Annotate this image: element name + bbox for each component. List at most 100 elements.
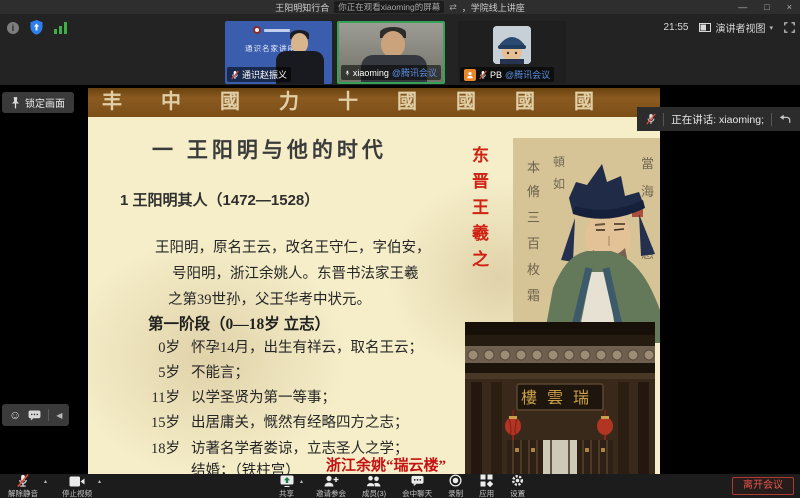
timeline-row: 5岁 不能言； — [128, 361, 249, 382]
muted-mic-icon — [231, 70, 239, 80]
meeting-title-suffix: ，学院线上讲座 — [462, 1, 525, 14]
quick-chat-icon[interactable] — [28, 410, 41, 421]
record-button[interactable]: 录制 — [448, 475, 463, 498]
camera-icon — [69, 476, 85, 487]
settings-label: 设置 — [510, 488, 525, 498]
video-strip: i 21:55 演讲者视图 ▾ — [0, 14, 800, 85]
invite-button[interactable]: 邀请参会 — [316, 475, 346, 498]
members-button[interactable]: 成员(3) — [362, 475, 386, 498]
lock-view-button[interactable]: 锁定画面 — [2, 92, 74, 113]
timeline-text: 出居庸关，慨然有经略四方之志； — [191, 411, 409, 432]
members-label: 成员(3) — [362, 488, 386, 498]
participant-name: 通识赵振义 — [242, 68, 287, 81]
share-screen-icon — [280, 475, 294, 487]
chat-button[interactable]: 会中聊天 — [402, 475, 432, 498]
svg-text:如: 如 — [553, 176, 565, 191]
svg-text:頓: 頓 — [553, 155, 565, 169]
security-shield-icon[interactable] — [30, 20, 43, 35]
window-titlebar: 王阳明知行合 你正在观看xiaoming的屏幕 ⇄ ，学院线上讲座 — □ × — [0, 0, 800, 14]
emoji-reaction-icon[interactable]: ☺ — [9, 404, 21, 426]
shared-screen-stage: 丰 中 國 力 十 國 國 國 國 一 王阳明与他的时代 1 王阳明其人（147… — [0, 85, 800, 474]
svg-text:三: 三 — [527, 210, 540, 225]
meeting-title-prefix: 王阳明知行合 — [275, 1, 329, 14]
svg-text:海: 海 — [641, 184, 654, 199]
apps-button[interactable]: 应用 — [479, 475, 494, 498]
building-plaque-text: 樓雲瑞 — [521, 389, 599, 407]
participant-tile-xiaoming[interactable]: xiaoming@腾讯会议 — [337, 21, 445, 84]
share-options-caret-icon[interactable]: ▴ — [300, 478, 303, 485]
meeting-window: 王阳明知行合 你正在观看xiaoming的屏幕 ⇄ ，学院线上讲座 — □ × … — [0, 0, 800, 498]
timeline-marriage-line: 结婚；（铁柱宫） — [191, 459, 300, 474]
participant-tile-zhaozhenyi[interactable]: 通识名家讲座 通识赵振义 — [225, 21, 332, 84]
apps-label: 应用 — [479, 488, 494, 498]
muted-mic-icon — [17, 474, 29, 487]
lock-view-label: 锁定画面 — [25, 95, 65, 110]
slide-logo — [253, 26, 290, 34]
quick-reaction-bar: ☺ ◀ — [2, 404, 69, 426]
mic-on-icon — [345, 68, 350, 78]
svg-text:枚: 枚 — [527, 262, 540, 277]
layout-icon — [699, 23, 711, 32]
slide-subtitle: 1 王阳明其人（1472—1528） — [120, 189, 319, 210]
unmute-label: 解除静音 — [8, 488, 38, 498]
timeline-row: 11岁 以学圣贤为第一等事； — [128, 386, 336, 407]
fullscreen-icon[interactable] — [784, 22, 795, 33]
watching-screen-badge: 你正在观看xiaoming的屏幕 — [334, 1, 444, 13]
chat-label: 会中聊天 — [402, 488, 432, 498]
timeline-age: 15岁 — [128, 411, 180, 432]
pin-icon — [11, 97, 20, 109]
settings-button[interactable]: 设置 — [510, 475, 525, 498]
svg-text:脩: 脩 — [527, 184, 540, 199]
slide-stage-heading: 第一阶段（0—18岁 立志） — [148, 312, 330, 334]
participant-tile-pb[interactable]: PB@腾讯会议 — [458, 21, 566, 84]
wang-xizhi-portrait-image: 本 脩 三 百 枚 霜 頓 如 當 海 惠 國 — [513, 138, 660, 343]
view-mode-label: 演讲者视图 — [715, 20, 765, 35]
invite-label: 邀请参会 — [316, 488, 346, 498]
invite-person-icon — [324, 475, 339, 487]
record-icon — [449, 474, 462, 487]
swap-screen-icon[interactable]: ⇄ — [449, 2, 457, 13]
timeline-age: 11岁 — [128, 386, 180, 407]
info-icon[interactable]: i — [7, 22, 19, 34]
portrait-caption: 东晋王羲之 — [466, 146, 491, 276]
svg-text:本: 本 — [527, 160, 540, 175]
network-signal-icon[interactable] — [54, 22, 67, 34]
profile-badge-icon — [464, 69, 476, 81]
chat-bubble-icon — [411, 475, 424, 487]
camera-options-caret-icon[interactable]: ▴ — [98, 478, 101, 485]
presentation-slide: 丰 中 國 力 十 國 國 國 國 一 王阳明与他的时代 1 王阳明其人（147… — [88, 88, 660, 474]
muted-mic-icon — [479, 70, 487, 80]
timeline-row: 15岁 出居庸关，慨然有经略四方之志； — [128, 411, 409, 432]
share-label: 共享 — [279, 488, 294, 498]
gear-icon — [511, 474, 524, 487]
minimize-button[interactable]: — — [738, 0, 747, 14]
ruiyun-tower-photo: 樓雲瑞 — [465, 322, 655, 474]
members-icon — [366, 475, 382, 487]
apps-grid-icon — [480, 474, 493, 487]
timeline-age: 18岁 — [128, 437, 180, 458]
timeline-text: 以学圣贤为第一等事； — [191, 386, 336, 407]
svg-text:當: 當 — [641, 156, 654, 171]
view-mode-caret-icon: ▾ — [769, 24, 773, 32]
timeline-row: 0岁 怀孕14月，出生有祥云，取名王云； — [128, 336, 423, 357]
participant-org: @腾讯会议 — [392, 66, 437, 79]
close-button[interactable]: × — [787, 0, 792, 14]
avatar — [493, 26, 531, 64]
muted-mic-icon — [646, 113, 656, 125]
speaking-indicator-text: 正在讲话: xiaoming; — [671, 112, 764, 127]
participant-name: xiaoming — [353, 68, 389, 78]
participant-name: PB — [490, 70, 502, 80]
collapse-bar-icon[interactable]: ◀ — [56, 411, 62, 420]
slide-paragraph-line: 之第39世孙，父王华考中状元。 — [168, 288, 371, 309]
maximize-button[interactable]: □ — [764, 0, 769, 14]
mic-options-caret-icon[interactable]: ▴ — [44, 478, 47, 485]
stop-video-button[interactable]: 停止视频 ▴ — [62, 475, 92, 498]
svg-text:霜: 霜 — [527, 288, 540, 303]
timeline-age: 5岁 — [128, 361, 180, 382]
unmute-button[interactable]: 解除静音 ▴ — [8, 475, 38, 498]
view-mode-selector[interactable]: 演讲者视图 ▾ — [699, 20, 773, 35]
reply-arrow-icon[interactable] — [779, 114, 791, 125]
share-screen-button[interactable]: 共享 ▴ — [279, 475, 294, 498]
timeline-text: 不能言； — [191, 361, 249, 382]
leave-meeting-button[interactable]: 离开会议 — [732, 477, 794, 495]
